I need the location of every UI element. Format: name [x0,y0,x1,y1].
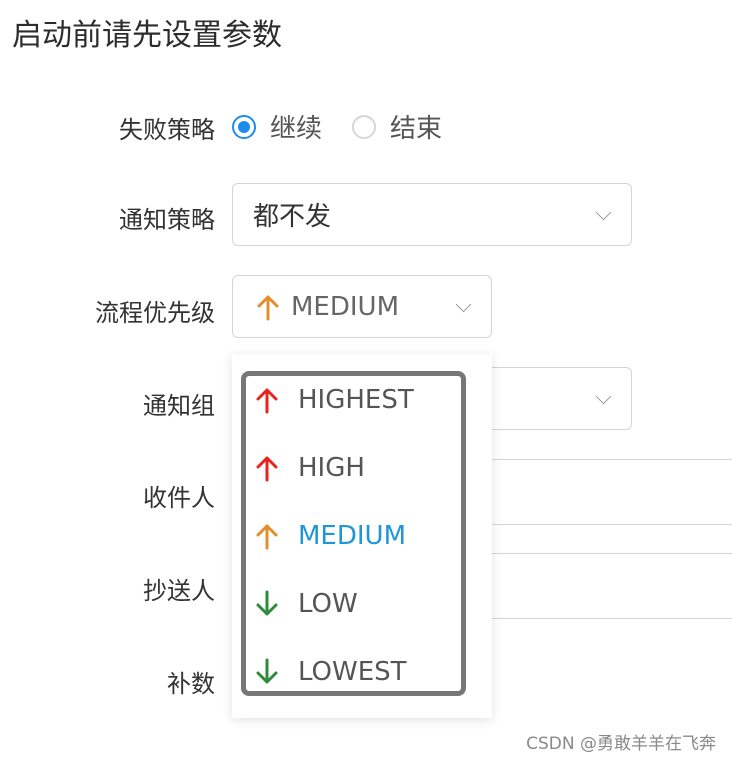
arrow-down-icon [256,658,278,684]
notify-strategy-select[interactable]: 都不发 [232,183,632,246]
priority-select[interactable]: MEDIUM [232,275,492,338]
notify-group-select[interactable] [480,367,632,430]
arrow-down-icon [256,590,278,616]
chevron-down-icon [595,204,612,220]
option-label: MEDIUM [298,521,407,551]
watermark: CSDN @勇敢羊羊在飞奔 [526,734,716,754]
radio-continue[interactable]: 继续 [232,108,322,145]
option-high[interactable]: HIGH [254,453,365,483]
cc-label: 抄送人 [143,577,215,605]
chevron-down-icon [455,296,472,312]
failure-strategy-label: 失败策略 [119,116,215,144]
failure-strategy-radio-group: 继续 结束 [232,108,472,145]
radio-end[interactable]: 结束 [352,108,442,145]
arrow-up-icon [256,456,278,482]
cc-input[interactable] [480,553,732,619]
option-label: HIGHEST [298,385,414,415]
chevron-down-icon [595,388,612,404]
option-medium[interactable]: MEDIUM [254,521,406,551]
backfill-label: 补数 [167,670,215,698]
priority-label: 流程优先级 [95,299,215,327]
option-label: HIGH [298,453,365,483]
recipients-label: 收件人 [143,484,215,512]
arrow-up-icon [256,524,278,550]
radio-checked-icon [232,114,256,139]
notify-strategy-label: 通知策略 [119,206,215,234]
option-lowest[interactable]: LOWEST [254,657,407,687]
notify-strategy-value: 都不发 [253,202,332,232]
arrow-up-icon [256,388,278,414]
option-label: LOW [298,589,358,619]
option-label: LOWEST [298,657,407,687]
arrow-up-icon [257,295,279,320]
option-highest[interactable]: HIGHEST [254,385,414,415]
recipients-input[interactable] [480,459,732,525]
priority-value: MEDIUM [291,291,400,322]
radio-end-label: 结束 [390,114,443,144]
option-low[interactable]: LOW [254,589,358,619]
radio-unchecked-icon [352,114,377,139]
notify-group-label: 通知组 [143,392,215,420]
page-title: 启动前请先设置参数 [12,18,282,53]
radio-continue-label: 继续 [270,114,323,144]
